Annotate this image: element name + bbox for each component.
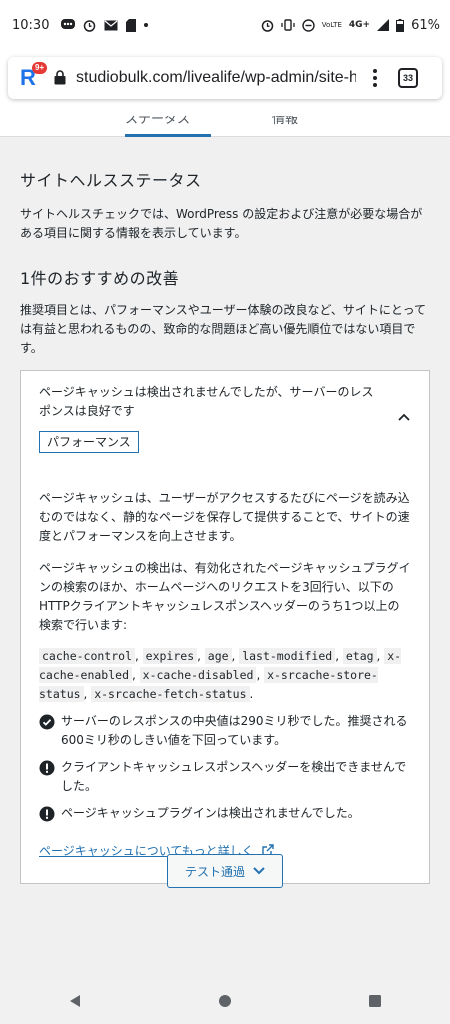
warning-icon (39, 760, 55, 782)
check-circle-icon (39, 714, 55, 736)
description-paragraph-1: ページキャッシュは、ユーザーがアクセスするたびにページを読み込むのではなく、静的… (39, 491, 410, 543)
volte-label: VoLTE (321, 20, 342, 29)
browser-toolbar: R 9+ studiobulk.com/livealife/wp-admin/s… (0, 50, 450, 116)
chevron-up-icon[interactable] (397, 409, 411, 423)
status-ok-text: サーバーのレスポンスの中央値は290ミリ秒でした。推奨される600ミリ秒のしきい… (61, 714, 408, 747)
status-bar: 10:30 VoLTE 4G+ 61% (0, 0, 450, 50)
app-badge: 9+ (32, 62, 48, 74)
chevron-down-icon (253, 864, 265, 878)
header-code: x-cache-disabled (139, 667, 257, 683)
header-code: etag (342, 648, 377, 664)
battery-percent: 61% (411, 17, 440, 33)
status-warning-line: ページキャッシュプラグインは検出されませんでした。 (39, 804, 411, 828)
more-menu-icon[interactable] (370, 69, 380, 87)
passed-tests-button[interactable]: テスト通過 (167, 854, 283, 888)
vibrate-icon (281, 19, 295, 31)
sim-card-icon (126, 18, 137, 32)
header-code: age (204, 648, 232, 664)
page-description: サイトヘルスチェックでは、WordPress の設定および注意が必要な場合がある… (20, 207, 423, 240)
status-warning-text: ページキャッシュプラグインは検出されませんでした。 (61, 806, 360, 820)
more-notifications-icon (144, 23, 149, 27)
address-bar[interactable]: R 9+ studiobulk.com/livealife/wp-admin/s… (8, 57, 442, 99)
warning-icon (39, 806, 55, 828)
signal-icon (377, 19, 390, 31)
active-tab-indicator (125, 134, 211, 137)
status-ok-line: サーバーのレスポンスの中央値は290ミリ秒でした。推奨される600ミリ秒のしきい… (39, 712, 411, 750)
alarm-icon (261, 19, 274, 32)
page-content: ステータス 情報 サイトヘルスステータス サイトヘルスチェックでは、WordPr… (0, 116, 450, 980)
header-code: x-srcache-fetch-status (91, 686, 250, 702)
recommendations-description: 推奨項目とは、パフォーマンスやユーザー体験の改良など、サイトにとっては有益と思わ… (20, 303, 426, 355)
tab-switcher-button[interactable]: 33 (398, 68, 418, 88)
lock-icon[interactable] (54, 70, 68, 86)
category-tag: パフォーマンス (39, 431, 139, 453)
home-icon[interactable] (218, 993, 232, 1012)
header-code: expires (142, 648, 198, 664)
header-code: cache-control (39, 648, 136, 664)
site-health-tabs: ステータス 情報 (0, 116, 450, 137)
network-type: 4G+ (348, 20, 371, 30)
back-icon[interactable] (68, 993, 82, 1012)
page-title: サイトヘルスステータス (20, 171, 202, 190)
passed-tests-label: テスト通過 (184, 864, 245, 879)
alarm-icon (83, 19, 96, 32)
do-not-disturb-icon (302, 18, 315, 32)
accordion-heading[interactable]: ページキャッシュは検出されませんでしたが、サーバーのレスポンスは良好です (39, 383, 384, 421)
header-code: last-modified (239, 648, 336, 664)
status-warning-line: クライアントキャッシュレスポンスヘッダーを検出できませんでした。 (39, 758, 411, 796)
recommendations-title: 1件のおすすめの改善 (20, 269, 180, 288)
app-logo-icon[interactable]: R 9+ (20, 62, 48, 90)
status-time: 10:30 (12, 17, 50, 33)
mail-icon (104, 20, 118, 31)
system-nav-bar (0, 980, 450, 1024)
recommendation-accordion: ページキャッシュは検出されませんでしたが、サーバーのレスポンスは良好です パフォ… (20, 370, 430, 884)
chat-notification-icon (61, 19, 76, 31)
description-paragraph-2: ページキャッシュの検出は、有効化されたページキャッシュプラグインの検索のほか、ホ… (39, 561, 411, 632)
status-warning-text: クライアントキャッシュレスポンスヘッダーを検出できませんでした。 (61, 760, 407, 793)
battery-icon (396, 18, 405, 32)
tab-status[interactable]: ステータス (125, 116, 190, 127)
tab-info[interactable]: 情報 (272, 116, 298, 127)
recents-icon[interactable] (368, 993, 382, 1012)
header-list: cache-control, expires, age, last-modifi… (39, 648, 402, 702)
url-text[interactable]: studiobulk.com/livealife/wp-admin/site-h… (76, 69, 356, 87)
